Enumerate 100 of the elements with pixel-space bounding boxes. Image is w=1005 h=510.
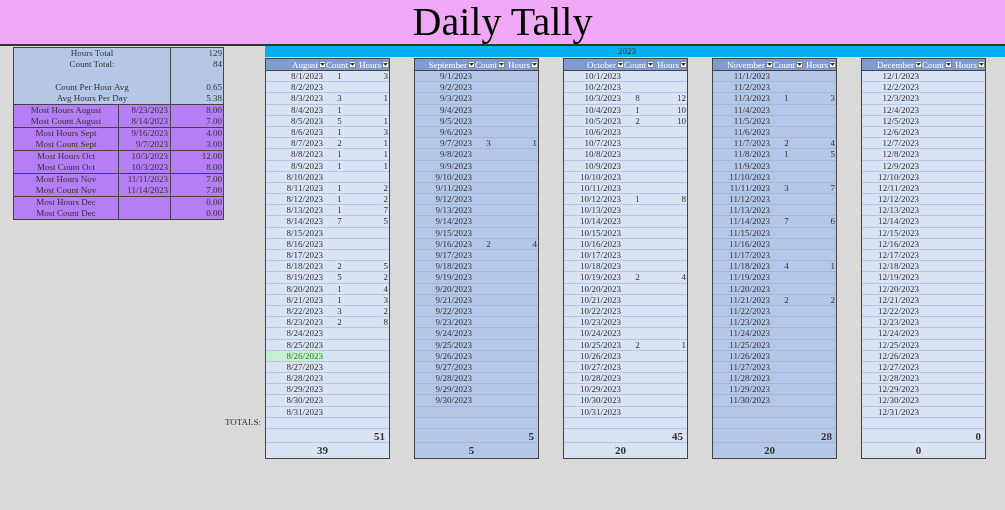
record-value: 7.00 [205, 174, 223, 185]
filter-button[interactable] [498, 61, 505, 68]
count-cell-text: 2 [783, 138, 790, 149]
date-cell-text: 10/15/2023 [579, 227, 621, 238]
date-cell-text: 8/29/2023 [285, 384, 323, 395]
filter-button[interactable] [945, 61, 952, 68]
date-cell-text: 11/24/2023 [728, 328, 770, 339]
record-date: 8/23/2023 [119, 105, 171, 116]
date-cell-text: 11/11/2023 [728, 182, 770, 194]
date-cell-text: 9/4/2023 [439, 104, 472, 115]
date-cell-text: 9/8/2023 [439, 149, 472, 160]
date-cell-text: 8/21/2023 [285, 294, 323, 305]
date-cell-text: 8/1/2023 [290, 71, 323, 82]
date-cell-text: 11/19/2023 [728, 272, 770, 283]
hours-cell-text: 4 [829, 138, 836, 149]
date-cell-text: 10/25/2023 [579, 339, 621, 350]
date-cell-text: 12/21/2023 [877, 294, 919, 305]
date-cell-text: 10/12/2023 [579, 194, 621, 205]
column-header: Hours [508, 58, 530, 71]
date-cell-text: 12/16/2023 [877, 238, 919, 249]
date-cell-text: 9/28/2023 [434, 373, 472, 384]
filter-button[interactable] [766, 61, 773, 68]
date-cell-text: 9/13/2023 [434, 205, 472, 216]
date-cell-text: 9/30/2023 [434, 395, 472, 406]
date-cell-text: 9/21/2023 [434, 294, 472, 305]
date-cell-text: 12/22/2023 [877, 305, 919, 317]
filter-button[interactable] [319, 61, 326, 68]
hours-cell-text: 12 [676, 93, 687, 104]
hours-cell-text: 3 [382, 71, 389, 82]
filter-button[interactable] [531, 61, 538, 68]
record-value: 4.00 [205, 128, 223, 139]
date-cell-text: 8/5/2023 [290, 115, 323, 126]
filter-button[interactable] [647, 61, 654, 68]
date-cell-text: 11/27/2023 [728, 361, 770, 373]
date-cell-text: 9/15/2023 [434, 227, 472, 238]
count-cell-text: 5 [336, 272, 343, 283]
count-cell-text: 1 [634, 104, 641, 115]
date-cell-text: 11/7/2023 [732, 138, 770, 149]
date-cell-text: 12/24/2023 [877, 328, 919, 339]
date-cell-text: 9/7/2023 [439, 138, 472, 149]
date-cell-text: 9/11/2023 [434, 182, 472, 194]
count-cell-text: 2 [336, 138, 343, 149]
hours-cell-text: 1 [382, 149, 389, 160]
date-cell-text: 12/14/2023 [877, 216, 919, 227]
date-cell-text: 11/5/2023 [732, 115, 770, 126]
count-total: 20 [764, 445, 775, 456]
filter-button[interactable] [915, 61, 922, 68]
filter-button[interactable] [829, 61, 836, 68]
hours-cell-text: 2 [382, 305, 389, 317]
date-cell-text: 8/3/2023 [290, 93, 323, 104]
date-cell-text: 9/17/2023 [434, 250, 472, 261]
summary-label: Avg Hours Per Day [14, 93, 171, 104]
date-cell-text: 12/13/2023 [877, 205, 919, 216]
date-cell-text: 8/13/2023 [285, 205, 323, 216]
filter-button[interactable] [617, 61, 624, 68]
hours-cell-text: 1 [382, 138, 389, 149]
date-cell-text: 8/22/2023 [285, 305, 323, 317]
date-cell-text: 10/5/2023 [583, 115, 621, 126]
count-cell-text: 1 [634, 194, 641, 205]
record-value: 12.00 [200, 151, 223, 162]
date-cell-text: 10/16/2023 [579, 238, 621, 249]
count-cell-text: 2 [485, 238, 492, 249]
date-cell-text: 10/9/2023 [583, 160, 621, 171]
filter-button[interactable] [796, 61, 803, 68]
count-cell-text: 2 [634, 115, 641, 126]
date-cell-text: 11/21/2023 [728, 294, 770, 305]
record-date: 10/3/2023 [119, 151, 171, 162]
hours-total: 51 [374, 431, 385, 442]
date-cell-text: 8/23/2023 [285, 317, 323, 328]
filter-button[interactable] [382, 61, 389, 68]
record-label: Most Count Sept [14, 139, 119, 150]
hours-cell-text: 5 [382, 216, 389, 227]
hours-cell-text: 1 [382, 93, 389, 104]
record-value: 7.00 [205, 185, 223, 196]
record-date: 11/14/2023 [119, 185, 171, 196]
date-cell-text: 8/6/2023 [290, 126, 323, 138]
filter-button[interactable] [680, 61, 687, 68]
date-cell-text: 8/24/2023 [285, 328, 323, 339]
date-cell-text: 9/14/2023 [434, 216, 472, 227]
date-cell-text: 8/20/2023 [285, 283, 323, 294]
record-value: 0.00 [205, 197, 223, 208]
record-date: 11/11/2023 [119, 174, 171, 185]
date-cell-text: 10/2/2023 [583, 82, 621, 93]
column-header: October [587, 58, 616, 71]
column-header: Hours [359, 58, 381, 71]
hours-cell-text: 4 [531, 238, 538, 249]
date-cell-text: 8/25/2023 [285, 339, 323, 350]
record-date: 9/16/2023 [119, 128, 171, 139]
date-cell-text: 8/7/2023 [290, 138, 323, 149]
date-cell-text: 11/1/2023 [732, 71, 770, 82]
date-cell-text: 10/31/2023 [579, 406, 621, 417]
column-header: Count [922, 58, 944, 71]
date-cell-text: 11/16/2023 [728, 238, 770, 249]
count-total: 0 [915, 445, 922, 456]
filter-button[interactable] [468, 61, 475, 68]
filter-button[interactable] [978, 61, 985, 68]
date-cell-text: 12/19/2023 [877, 272, 919, 283]
date-cell-text: 8/27/2023 [285, 361, 323, 373]
filter-button[interactable] [349, 61, 356, 68]
column-header: August [292, 58, 318, 71]
